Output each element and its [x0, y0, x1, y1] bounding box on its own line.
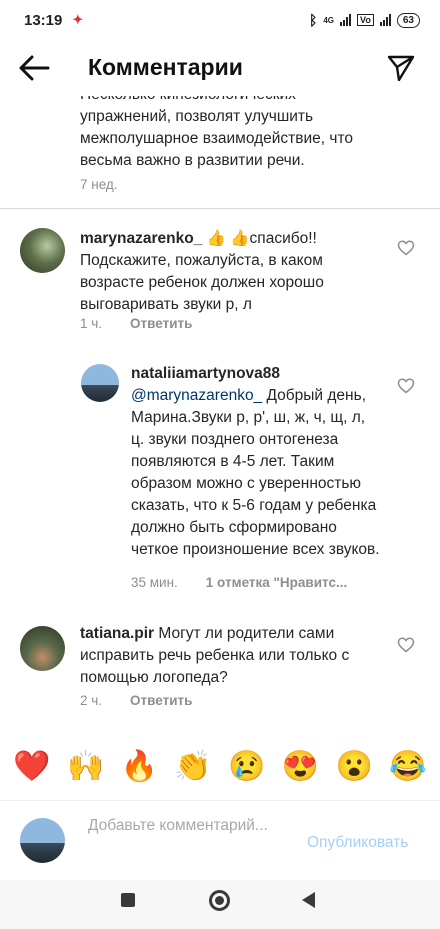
like-heart-icon[interactable]	[397, 636, 415, 654]
heart-emoji-button[interactable]: ❤️	[10, 749, 54, 784]
comment-time: 2 ч.	[80, 693, 103, 708]
reply-button[interactable]: Ответить	[130, 693, 192, 708]
comment-time: 35 мин.	[131, 575, 178, 590]
comment-composer: Добавьте комментарий... Опубликовать	[0, 800, 440, 880]
comments-list: Несколько кинезиологических упражнений, …	[0, 96, 440, 726]
page-title: Комментарии	[88, 54, 243, 80]
comment-meta: 1 ч. Ответить	[80, 316, 192, 331]
comment-meta: 2 ч. Ответить	[80, 693, 192, 708]
avatar	[20, 818, 65, 863]
comment-username[interactable]: tatiana.pir	[80, 625, 154, 642]
status-icons: ᛒ 4G Vo 63	[309, 12, 420, 28]
top-bar: Комментарии	[0, 40, 440, 96]
raised-hands-emoji-button[interactable]: 🙌	[64, 749, 108, 784]
volte-icon: Vo	[357, 14, 374, 26]
comment-mention[interactable]: @marynazarenko_	[131, 387, 262, 404]
comment-body: tatiana.pir Могут ли родители сами испра…	[80, 623, 380, 689]
network-label: 4G	[323, 15, 335, 25]
surprised-emoji-button[interactable]: 😮	[332, 749, 376, 784]
comment-body: nataliiamartynova88 @marynazarenko_ Добр…	[131, 363, 381, 561]
home-icon[interactable]	[209, 890, 230, 911]
signal-icon-2	[379, 14, 391, 26]
system-nav-bar	[0, 880, 440, 929]
likes-count[interactable]: 1 отметка "Нравитс...	[206, 575, 347, 590]
clapping-emoji-button[interactable]: 👏	[171, 749, 215, 784]
app-notification-icon: ✦	[72, 12, 84, 27]
divider	[0, 208, 440, 209]
avatar[interactable]	[20, 228, 65, 273]
like-heart-icon[interactable]	[397, 239, 415, 257]
avatar[interactable]	[81, 364, 119, 402]
recents-icon[interactable]	[121, 893, 135, 907]
comment-meta: 35 мин. 1 отметка "Нравитс...	[131, 575, 347, 590]
avatar[interactable]	[20, 626, 65, 671]
battery-icon: 63	[396, 12, 420, 28]
comment-username[interactable]: marynazarenko_	[80, 230, 202, 247]
publish-button[interactable]: Опубликовать	[307, 834, 408, 852]
status-bar: 13:19 ✦ ᛒ 4G Vo 63	[0, 0, 440, 40]
like-heart-icon[interactable]	[397, 377, 415, 395]
comment-time: 1 ч.	[80, 316, 103, 331]
reply-button[interactable]: Ответить	[130, 316, 192, 331]
caption-text: Несколько кинезиологических упражнений, …	[80, 96, 354, 169]
comment-body: marynazarenko_ 👍 👍спасибо!! Подскажите, …	[80, 228, 380, 316]
crying-emoji-button[interactable]: 😢	[225, 749, 269, 784]
status-time: 13:19	[24, 11, 63, 29]
emoji-quick-bar: ❤️ 🙌 🔥 👏 😢 😍 😮 😂	[0, 735, 440, 797]
laughing-emoji-button[interactable]: 😂	[386, 749, 430, 784]
caption-time: 7 нед.	[80, 177, 118, 192]
fire-emoji-button[interactable]: 🔥	[117, 749, 161, 784]
back-arrow-icon[interactable]	[18, 54, 50, 82]
comment-username[interactable]: nataliiamartynova88	[131, 365, 280, 382]
bluetooth-icon: ᛒ	[308, 12, 318, 28]
comment-input[interactable]: Добавьте комментарий...	[88, 815, 268, 837]
send-icon[interactable]	[386, 53, 416, 83]
back-icon[interactable]	[302, 892, 315, 908]
comment-text: Добрый день, Марина.Звуки р, р', ш, ж, ч…	[131, 387, 380, 558]
heart-eyes-emoji-button[interactable]: 😍	[279, 749, 323, 784]
signal-icon	[340, 14, 352, 26]
